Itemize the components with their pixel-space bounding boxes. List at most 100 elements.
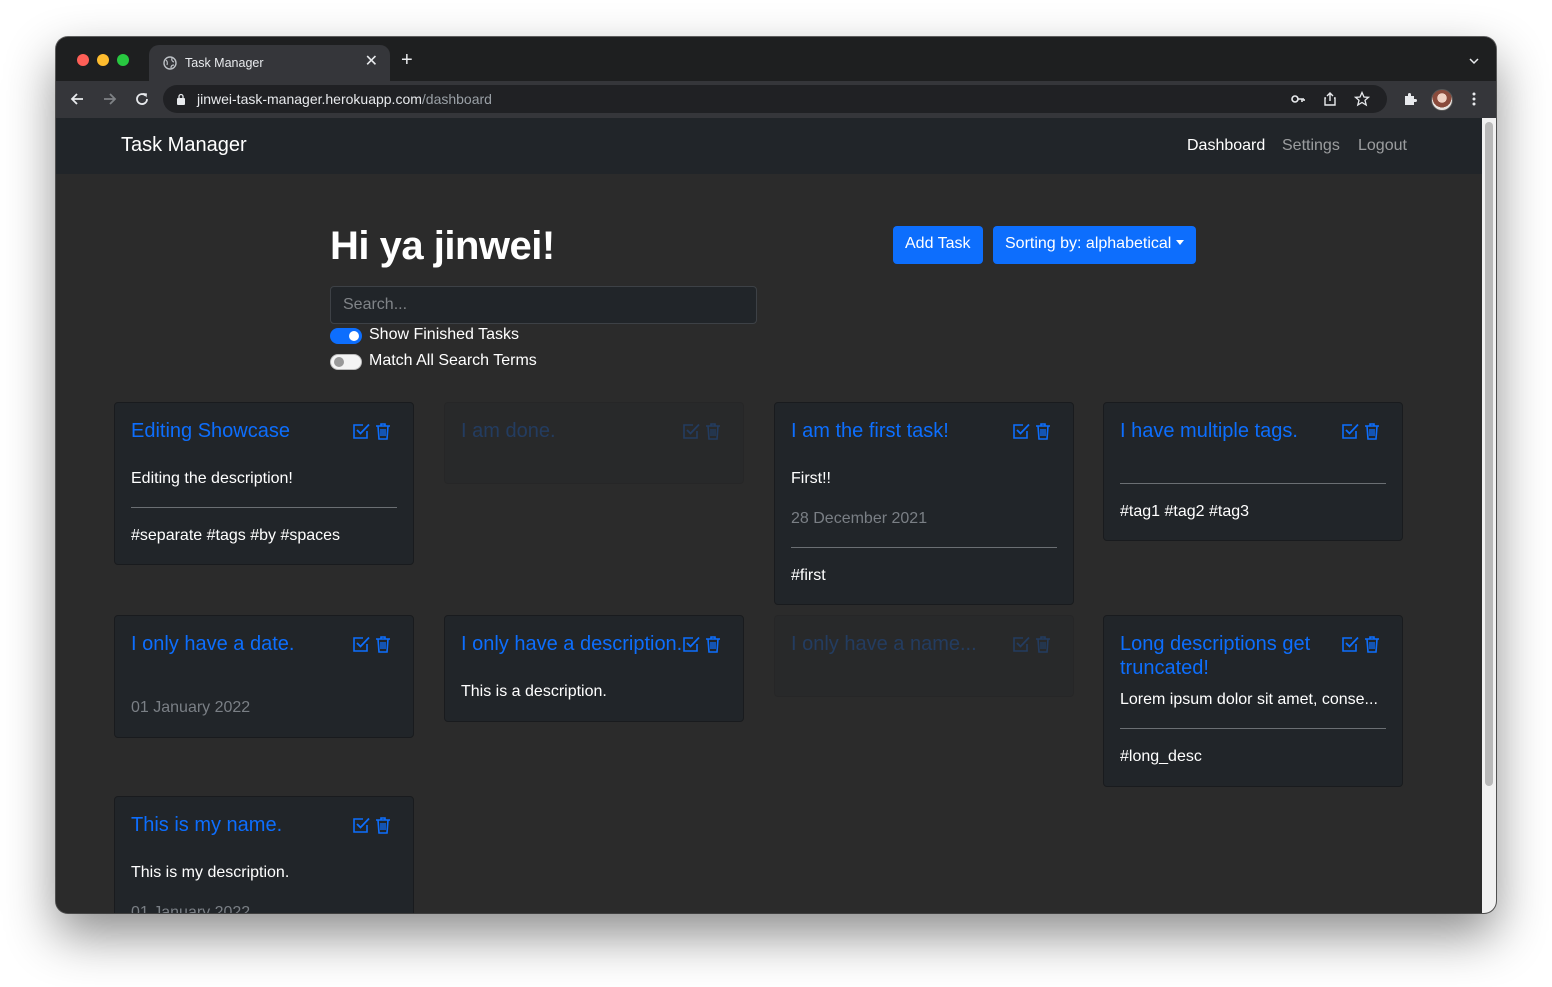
task-date: 01 January 2022 [131, 699, 251, 716]
task-date: 01 January 2022 [131, 904, 251, 913]
task-card: This is my name. This is my description.… [114, 796, 414, 913]
check-square-icon[interactable] [1340, 634, 1360, 654]
task-title[interactable]: I am done. [461, 419, 669, 443]
task-actions [1340, 421, 1384, 441]
minimize-window-button[interactable] [97, 54, 109, 66]
nav-link-settings[interactable]: Settings [1282, 137, 1340, 155]
browser-tab[interactable]: Task Manager ✕ [149, 45, 390, 81]
check-square-icon[interactable] [351, 421, 371, 441]
task-card: Editing Showcase Editing the description… [114, 402, 414, 565]
app-navbar: Task Manager Dashboard Settings Logout [56, 118, 1482, 174]
task-card-finished: I am done. [444, 402, 744, 484]
trash-icon[interactable] [703, 634, 723, 654]
bookmark-star-icon[interactable] [1354, 91, 1370, 107]
trash-icon[interactable] [373, 634, 393, 654]
task-actions [681, 421, 725, 441]
back-arrow-icon[interactable] [68, 90, 86, 108]
add-task-button[interactable]: Add Task [893, 226, 983, 264]
task-card: I only have a date. 01 January 2022 [114, 615, 414, 738]
share-icon[interactable] [1322, 91, 1338, 107]
divider [1120, 483, 1386, 484]
task-tags: #separate #tags #by #spaces [131, 527, 341, 544]
caret-down-icon [1176, 240, 1185, 245]
close-window-button[interactable] [77, 54, 89, 66]
divider [1120, 728, 1386, 729]
task-actions [351, 421, 395, 441]
nav-link-dashboard[interactable]: Dashboard [1187, 137, 1265, 155]
nav-link-logout[interactable]: Logout [1358, 137, 1407, 155]
globe-icon [163, 56, 177, 70]
task-description: Lorem ipsum dolor sit amet, conse... [1120, 691, 1378, 708]
address-bar[interactable]: jinwei-task-manager.herokuapp.com/dashbo… [163, 85, 1387, 113]
page-title: Hi ya jinwei! [330, 224, 555, 268]
navbar-brand[interactable]: Task Manager [121, 134, 247, 157]
new-tab-icon[interactable]: + [401, 50, 413, 70]
task-title[interactable]: I only have a name... [791, 632, 999, 656]
divider [791, 547, 1057, 548]
scrollbar-thumb[interactable] [1485, 122, 1493, 786]
check-square-icon[interactable] [351, 634, 371, 654]
task-actions [1011, 634, 1055, 654]
task-card: I only have a description. This is a des… [444, 615, 744, 722]
task-title[interactable]: Editing Showcase [131, 419, 339, 443]
task-card: I am the first task! First!! 28 December… [774, 402, 1074, 605]
task-title[interactable]: This is my name. [131, 813, 339, 837]
task-title[interactable]: I only have a description. [461, 632, 701, 656]
reload-icon[interactable] [133, 90, 151, 108]
show-finished-label: Show Finished Tasks [369, 326, 519, 343]
tab-strip: Task Manager ✕ + [56, 37, 1496, 81]
check-square-icon[interactable] [1340, 421, 1360, 441]
lock-icon [177, 93, 185, 105]
show-finished-switch[interactable] [330, 328, 362, 344]
key-icon[interactable] [1290, 91, 1306, 107]
chevron-down-icon[interactable] [1468, 55, 1480, 67]
browser-window: Task Manager ✕ + jinwei-task-manager.her… [56, 37, 1496, 913]
trash-icon[interactable] [373, 815, 393, 835]
task-actions [681, 634, 725, 654]
task-tags: #first [791, 567, 826, 584]
task-actions [1340, 634, 1384, 654]
trash-icon[interactable] [1362, 421, 1382, 441]
check-square-icon[interactable] [1011, 421, 1031, 441]
trash-icon[interactable] [1033, 421, 1053, 441]
page-scrollbar[interactable] [1482, 118, 1496, 913]
trash-icon[interactable] [1033, 634, 1053, 654]
page-viewport: Task Manager Dashboard Settings Logout H… [56, 118, 1482, 913]
match-all-switch[interactable] [330, 354, 362, 370]
task-description: Editing the description! [131, 470, 293, 487]
check-square-icon[interactable] [681, 421, 701, 441]
task-date: 28 December 2021 [791, 510, 928, 527]
tab-close-icon[interactable]: ✕ [365, 53, 378, 71]
forward-arrow-icon[interactable] [101, 90, 119, 108]
task-tags: #tag1 #tag2 #tag3 [1120, 503, 1250, 520]
task-description: This is my description. [131, 864, 290, 881]
divider [131, 507, 397, 508]
sort-dropdown-button[interactable]: Sorting by: alphabetical [993, 226, 1197, 264]
more-menu-icon[interactable] [1466, 91, 1482, 107]
browser-toolbar: jinwei-task-manager.herokuapp.com/dashbo… [56, 81, 1496, 118]
extensions-puzzle-icon[interactable] [1402, 91, 1418, 107]
url-text: jinwei-task-manager.herokuapp.com/dashbo… [197, 91, 492, 107]
task-description: This is a description. [461, 683, 607, 700]
profile-avatar[interactable] [1431, 89, 1453, 111]
task-description: First!! [791, 470, 831, 487]
task-actions [1011, 421, 1055, 441]
check-square-icon[interactable] [681, 634, 701, 654]
trash-icon[interactable] [373, 421, 393, 441]
trash-icon[interactable] [1362, 634, 1382, 654]
maximize-window-button[interactable] [117, 54, 129, 66]
task-actions [351, 815, 395, 835]
task-title[interactable]: I am the first task! [791, 419, 999, 443]
check-square-icon[interactable] [1011, 634, 1031, 654]
trash-icon[interactable] [703, 421, 723, 441]
task-title[interactable]: I only have a date. [131, 632, 339, 656]
search-input[interactable] [330, 286, 757, 324]
task-title[interactable]: Long descriptions get truncated! [1120, 632, 1328, 680]
check-square-icon[interactable] [351, 815, 371, 835]
task-card-finished: I only have a name... [774, 615, 1074, 697]
task-card: I have multiple tags. #tag1 #tag2 #tag3 [1103, 402, 1403, 541]
task-actions [351, 634, 395, 654]
match-all-label: Match All Search Terms [369, 352, 537, 369]
task-title[interactable]: I have multiple tags. [1120, 419, 1328, 443]
task-tags: #long_desc [1120, 748, 1202, 765]
